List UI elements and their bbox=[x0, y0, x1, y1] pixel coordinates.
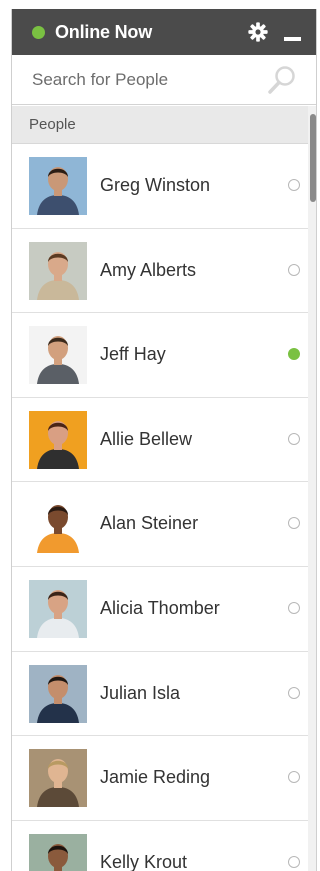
person-name: Alan Steiner bbox=[100, 513, 199, 534]
presence-offline-icon bbox=[288, 263, 300, 276]
people-list: Greg Winston Amy Alberts Jeff Hay Allie Bel… bbox=[12, 144, 308, 871]
search-bar bbox=[12, 55, 316, 105]
person-name: Greg Winston bbox=[100, 175, 211, 195]
list-item[interactable]: Allie Bellew bbox=[12, 398, 308, 483]
presence-online-icon bbox=[288, 348, 300, 361]
list-item[interactable]: Jeff Hay bbox=[12, 313, 308, 398]
avatar bbox=[29, 833, 87, 871]
scrollbar-thumb[interactable] bbox=[310, 114, 316, 202]
person-name: Amy Alberts bbox=[100, 259, 197, 280]
avatar bbox=[29, 495, 87, 554]
presence-offline-icon bbox=[288, 517, 300, 530]
avatar bbox=[29, 410, 87, 469]
person-name: Jeff Hay bbox=[100, 344, 166, 365]
search-icon[interactable] bbox=[266, 64, 298, 96]
person-name: Jamie Reding bbox=[100, 767, 211, 788]
avatar bbox=[29, 749, 87, 808]
scrollbar[interactable] bbox=[308, 106, 316, 871]
presence-offline-icon bbox=[288, 686, 300, 699]
presence-offline-icon bbox=[288, 855, 300, 868]
avatar bbox=[29, 157, 87, 215]
list-item[interactable]: Amy Alberts bbox=[12, 229, 308, 314]
list-item[interactable]: Alicia Thomber bbox=[12, 567, 308, 652]
online-status-dot bbox=[32, 26, 45, 39]
person-name: Alicia Thomber bbox=[100, 597, 220, 618]
presence-offline-icon bbox=[288, 432, 300, 445]
list-item[interactable]: Julian Isla bbox=[12, 652, 308, 737]
presence-offline-icon bbox=[288, 179, 300, 191]
person-name: Kelly Krout bbox=[100, 851, 188, 871]
presence-offline-icon bbox=[288, 771, 300, 784]
minimize-bar bbox=[284, 37, 301, 41]
avatar bbox=[29, 326, 87, 385]
avatar bbox=[29, 579, 87, 638]
status-title: Online Now bbox=[55, 22, 153, 42]
gear-icon[interactable] bbox=[247, 21, 269, 43]
avatar bbox=[29, 664, 87, 723]
section-header-people: People bbox=[12, 106, 316, 144]
minimize-icon[interactable] bbox=[282, 21, 304, 43]
section-title: People bbox=[29, 116, 76, 133]
list-item[interactable]: Jamie Reding bbox=[12, 736, 308, 821]
avatar bbox=[29, 241, 87, 300]
list-item[interactable]: Alan Steiner bbox=[12, 482, 308, 567]
title-bar: Online Now bbox=[12, 9, 316, 55]
person-name: Allie Bellew bbox=[100, 428, 193, 449]
presence-offline-icon bbox=[288, 601, 300, 614]
list-item[interactable]: Kelly Krout bbox=[12, 821, 308, 871]
person-name: Julian Isla bbox=[100, 682, 181, 703]
people-panel: Online Now Search for People People Greg… bbox=[11, 9, 317, 871]
list-item[interactable]: Greg Winston bbox=[12, 144, 308, 229]
